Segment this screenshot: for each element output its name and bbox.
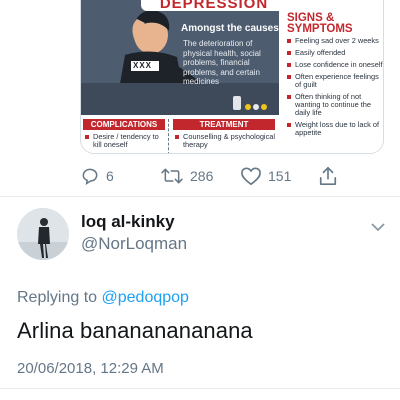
sign-item: Often experience feelings of guilt: [287, 73, 383, 89]
complication-item: Desire / tendency to kill oneself: [85, 133, 167, 149]
divider: [0, 196, 400, 197]
infographic-title: DEPRESSION: [141, 0, 287, 11]
user-handle[interactable]: @NorLoqman: [81, 234, 187, 254]
sign-item: Lose confidence in oneself: [287, 61, 383, 69]
signs-heading-line2: SYMPTOMS: [287, 23, 353, 35]
medicine-bottle: [233, 96, 241, 110]
replying-prefix: Replying to: [17, 289, 98, 306]
share-icon: [319, 167, 337, 185]
tweet-text: Arlina banananananana: [17, 318, 253, 343]
sign-item: Feeling sad over 2 weeks: [287, 37, 383, 45]
avatar-photo: [17, 208, 69, 260]
complications-list: Desire / tendency to kill oneself: [85, 133, 167, 149]
avatar[interactable]: [17, 208, 69, 260]
chevron-down-icon[interactable]: [370, 221, 386, 233]
tweet-timestamp: 20/06/2018, 12:29 AM: [17, 360, 164, 377]
shirt-text: XXX: [133, 61, 153, 70]
tweet-action-bar: 6 286 151: [80, 164, 360, 188]
retweet-icon: [161, 168, 183, 184]
pill: [245, 104, 251, 110]
reply-count: 6: [106, 168, 114, 184]
section-divider: [168, 119, 169, 153]
complications-heading: COMPLICATIONS: [83, 119, 165, 130]
replying-to-mention[interactable]: @pedoqpop: [102, 289, 189, 306]
reply-button[interactable]: 6: [80, 164, 114, 188]
sign-item: Easily offended: [287, 49, 383, 57]
like-count: 151: [268, 168, 292, 184]
retweet-count: 286: [190, 168, 214, 184]
like-icon: [241, 167, 261, 186]
tweet-media-card[interactable]: XXX Amongst the causes: The deterioratio…: [80, 0, 384, 154]
treatment-list: Counselling & psychological therapy: [175, 133, 279, 149]
signs-list: Feeling sad over 2 weeks Easily offended…: [287, 37, 383, 141]
pill: [253, 104, 259, 110]
replying-to-line: Replying to @pedoqpop: [17, 289, 189, 307]
signs-heading: SIGNS & SYMPTOMS: [287, 12, 353, 35]
causes-heading: Amongst the causes:: [181, 23, 283, 34]
sign-item: Often thinking of not wanting to continu…: [287, 93, 383, 117]
like-button[interactable]: 151: [240, 164, 291, 188]
infographic-illustration-panel: XXX Amongst the causes: The deterioratio…: [81, 0, 283, 115]
table-shelf: [81, 83, 279, 115]
display-name[interactable]: loq al-kinky: [81, 212, 175, 232]
causes-body: The deterioration of physical health, so…: [183, 39, 261, 86]
treatment-item: Counselling & psychological therapy: [175, 133, 279, 149]
share-button[interactable]: [318, 164, 338, 188]
reply-icon: [82, 168, 98, 186]
divider: [0, 388, 400, 389]
pill: [261, 104, 267, 110]
sign-item: Weight loss due to lack of appetite: [287, 121, 383, 137]
treatment-heading: TREATMENT: [173, 119, 275, 130]
retweet-button[interactable]: 286: [160, 164, 213, 188]
